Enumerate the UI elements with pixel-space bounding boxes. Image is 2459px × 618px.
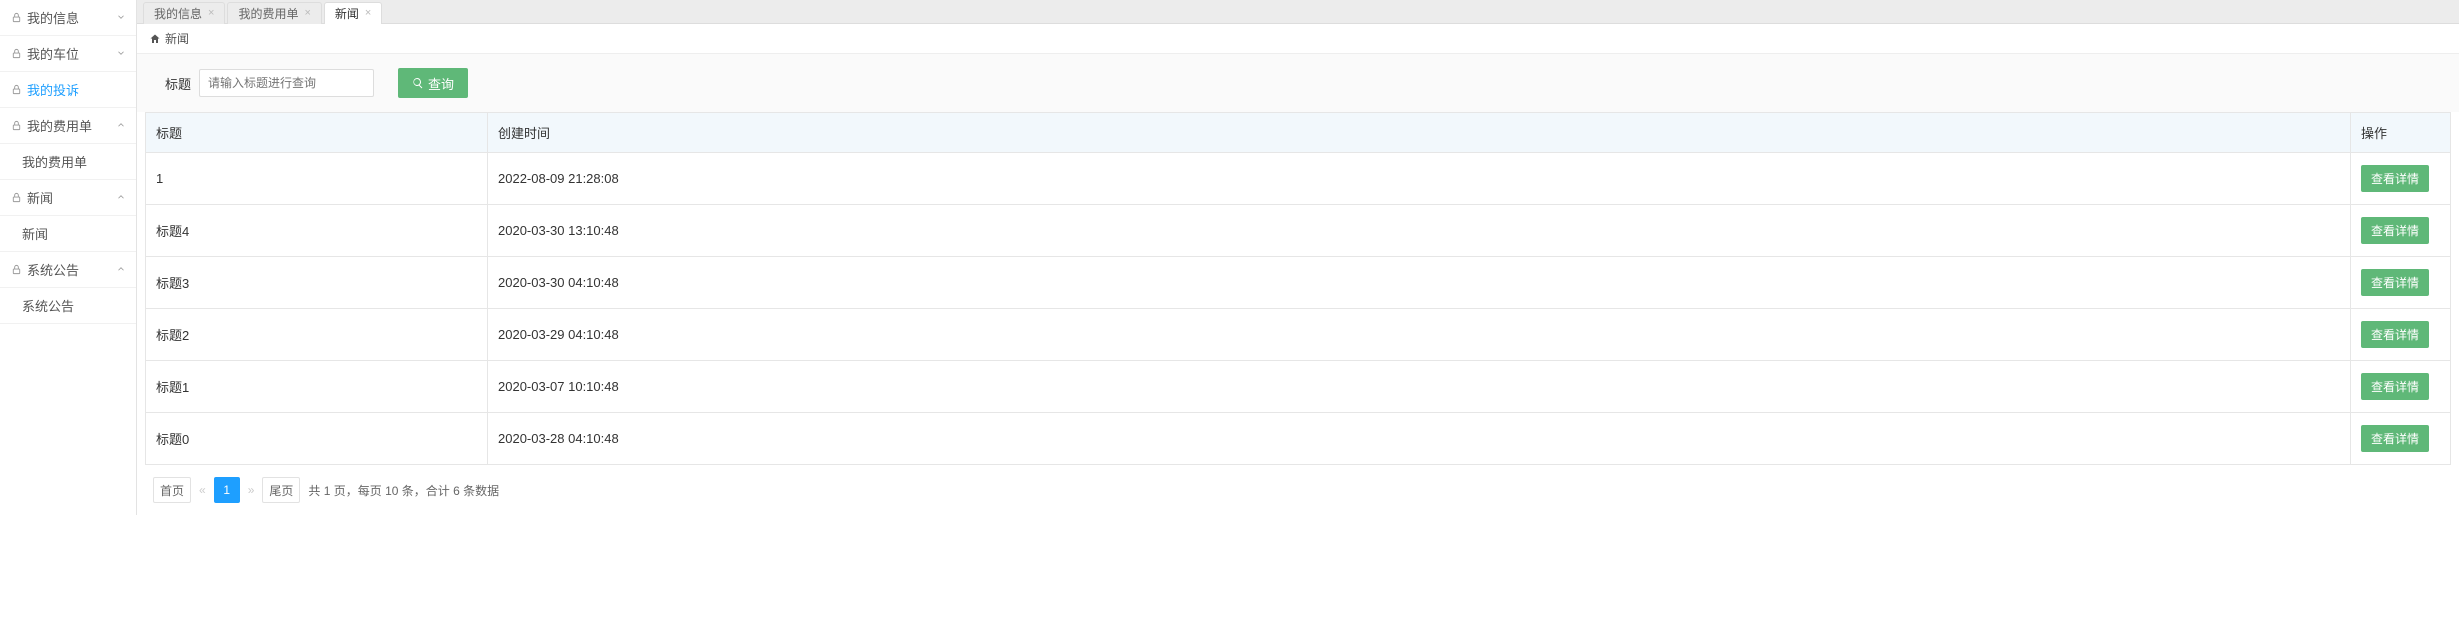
pager-prev[interactable]: « xyxy=(199,483,206,497)
view-detail-button[interactable]: 查看详情 xyxy=(2361,217,2429,244)
lock-icon xyxy=(10,120,22,132)
pager-first[interactable]: 首页 xyxy=(153,477,191,503)
lock-icon xyxy=(10,84,22,96)
sidebar-subitem-news[interactable]: 新闻 xyxy=(0,216,136,252)
lock-icon xyxy=(10,48,22,60)
pager-last[interactable]: 尾页 xyxy=(262,477,300,503)
cell-op: 查看详情 xyxy=(2351,153,2451,205)
table-row: 标题12020-03-07 10:10:48 查看详情 xyxy=(146,361,2451,413)
cell-op: 查看详情 xyxy=(2351,205,2451,257)
cell-title: 标题3 xyxy=(146,257,488,309)
pager-summary: 共 1 页，每页 10 条，合计 6 条数据 xyxy=(308,482,499,499)
cell-time: 2022-08-09 21:28:08 xyxy=(488,153,2351,205)
cell-op: 查看详情 xyxy=(2351,309,2451,361)
sidebar-subitem-fee[interactable]: 我的费用单 xyxy=(0,144,136,180)
cell-title: 标题0 xyxy=(146,413,488,465)
chevron-down-icon xyxy=(116,10,126,25)
cell-title: 1 xyxy=(146,153,488,205)
search-label: 标题 xyxy=(165,74,191,93)
main-area: 我的信息 × 我的费用单 × 新闻 × 新闻 标题 查询 xyxy=(137,0,2459,515)
tab-label: 我的费用单 xyxy=(238,5,298,22)
cell-op: 查看详情 xyxy=(2351,361,2451,413)
sidebar-label: 我的投诉 xyxy=(27,80,79,99)
chevron-down-icon xyxy=(116,46,126,61)
sidebar-subitem-notice[interactable]: 系统公告 xyxy=(0,288,136,324)
th-title: 标题 xyxy=(146,113,488,153)
table-row: 标题42020-03-30 13:10:48 查看详情 xyxy=(146,205,2451,257)
close-icon[interactable]: × xyxy=(208,7,214,19)
table-row: 标题22020-03-29 04:10:48 查看详情 xyxy=(146,309,2451,361)
cell-time: 2020-03-30 13:10:48 xyxy=(488,205,2351,257)
close-icon[interactable]: × xyxy=(304,7,310,19)
cell-title: 标题4 xyxy=(146,205,488,257)
th-op: 操作 xyxy=(2351,113,2451,153)
tab-label: 我的信息 xyxy=(154,5,202,22)
table-row: 12022-08-09 21:28:08 查看详情 xyxy=(146,153,2451,205)
sidebar: 我的信息 我的车位 我的投诉 我的费用单 我的费用单 新闻 新闻 xyxy=(0,0,137,515)
tab-news[interactable]: 新闻 × xyxy=(324,2,382,24)
lock-icon xyxy=(10,192,22,204)
search-input[interactable] xyxy=(199,69,374,97)
pager-page-1[interactable]: 1 xyxy=(214,477,240,503)
sidebar-label: 新闻 xyxy=(22,224,48,243)
search-bar: 标题 查询 xyxy=(137,54,2459,112)
sidebar-item-news[interactable]: 新闻 xyxy=(0,180,136,216)
cell-op: 查看详情 xyxy=(2351,413,2451,465)
sidebar-label: 我的车位 xyxy=(27,44,79,63)
cell-title: 标题1 xyxy=(146,361,488,413)
table-row: 标题02020-03-28 04:10:48 查看详情 xyxy=(146,413,2451,465)
view-detail-button[interactable]: 查看详情 xyxy=(2361,321,2429,348)
chevron-up-icon xyxy=(116,262,126,277)
sidebar-item-myinfo[interactable]: 我的信息 xyxy=(0,0,136,36)
cell-op: 查看详情 xyxy=(2351,257,2451,309)
close-icon[interactable]: × xyxy=(365,7,371,19)
search-button[interactable]: 查询 xyxy=(398,68,468,98)
lock-icon xyxy=(10,12,22,24)
sidebar-label: 新闻 xyxy=(27,188,53,207)
sidebar-label: 我的费用单 xyxy=(27,116,92,135)
sidebar-item-complaint[interactable]: 我的投诉 xyxy=(0,72,136,108)
pagination: 首页 « 1 » 尾页 共 1 页，每页 10 条，合计 6 条数据 xyxy=(137,465,2459,515)
lock-icon xyxy=(10,264,22,276)
news-table: 标题 创建时间 操作 12022-08-09 21:28:08查看详情标题420… xyxy=(145,112,2451,465)
search-icon xyxy=(412,77,424,89)
cell-time: 2020-03-29 04:10:48 xyxy=(488,309,2351,361)
chevron-up-icon xyxy=(116,190,126,205)
sidebar-label: 我的信息 xyxy=(27,8,79,27)
tab-label: 新闻 xyxy=(335,5,359,22)
view-detail-button[interactable]: 查看详情 xyxy=(2361,269,2429,296)
chevron-up-icon xyxy=(116,118,126,133)
sidebar-item-fee[interactable]: 我的费用单 xyxy=(0,108,136,144)
home-icon xyxy=(149,33,161,45)
cell-time: 2020-03-30 04:10:48 xyxy=(488,257,2351,309)
th-time: 创建时间 xyxy=(488,113,2351,153)
sidebar-item-notice[interactable]: 系统公告 xyxy=(0,252,136,288)
tabs-bar: 我的信息 × 我的费用单 × 新闻 × xyxy=(137,0,2459,24)
breadcrumb-text: 新闻 xyxy=(165,30,189,47)
view-detail-button[interactable]: 查看详情 xyxy=(2361,425,2429,452)
view-detail-button[interactable]: 查看详情 xyxy=(2361,165,2429,192)
sidebar-label: 系统公告 xyxy=(27,260,79,279)
sidebar-label: 我的费用单 xyxy=(22,152,87,171)
search-button-label: 查询 xyxy=(428,74,454,93)
cell-time: 2020-03-28 04:10:48 xyxy=(488,413,2351,465)
table-row: 标题32020-03-30 04:10:48 查看详情 xyxy=(146,257,2451,309)
view-detail-button[interactable]: 查看详情 xyxy=(2361,373,2429,400)
sidebar-item-myparking[interactable]: 我的车位 xyxy=(0,36,136,72)
sidebar-label: 系统公告 xyxy=(22,296,74,315)
cell-time: 2020-03-07 10:10:48 xyxy=(488,361,2351,413)
pager-next[interactable]: » xyxy=(248,483,255,497)
tab-myinfo[interactable]: 我的信息 × xyxy=(143,2,225,24)
breadcrumb: 新闻 xyxy=(137,24,2459,54)
cell-title: 标题2 xyxy=(146,309,488,361)
tab-fee[interactable]: 我的费用单 × xyxy=(227,2,321,24)
